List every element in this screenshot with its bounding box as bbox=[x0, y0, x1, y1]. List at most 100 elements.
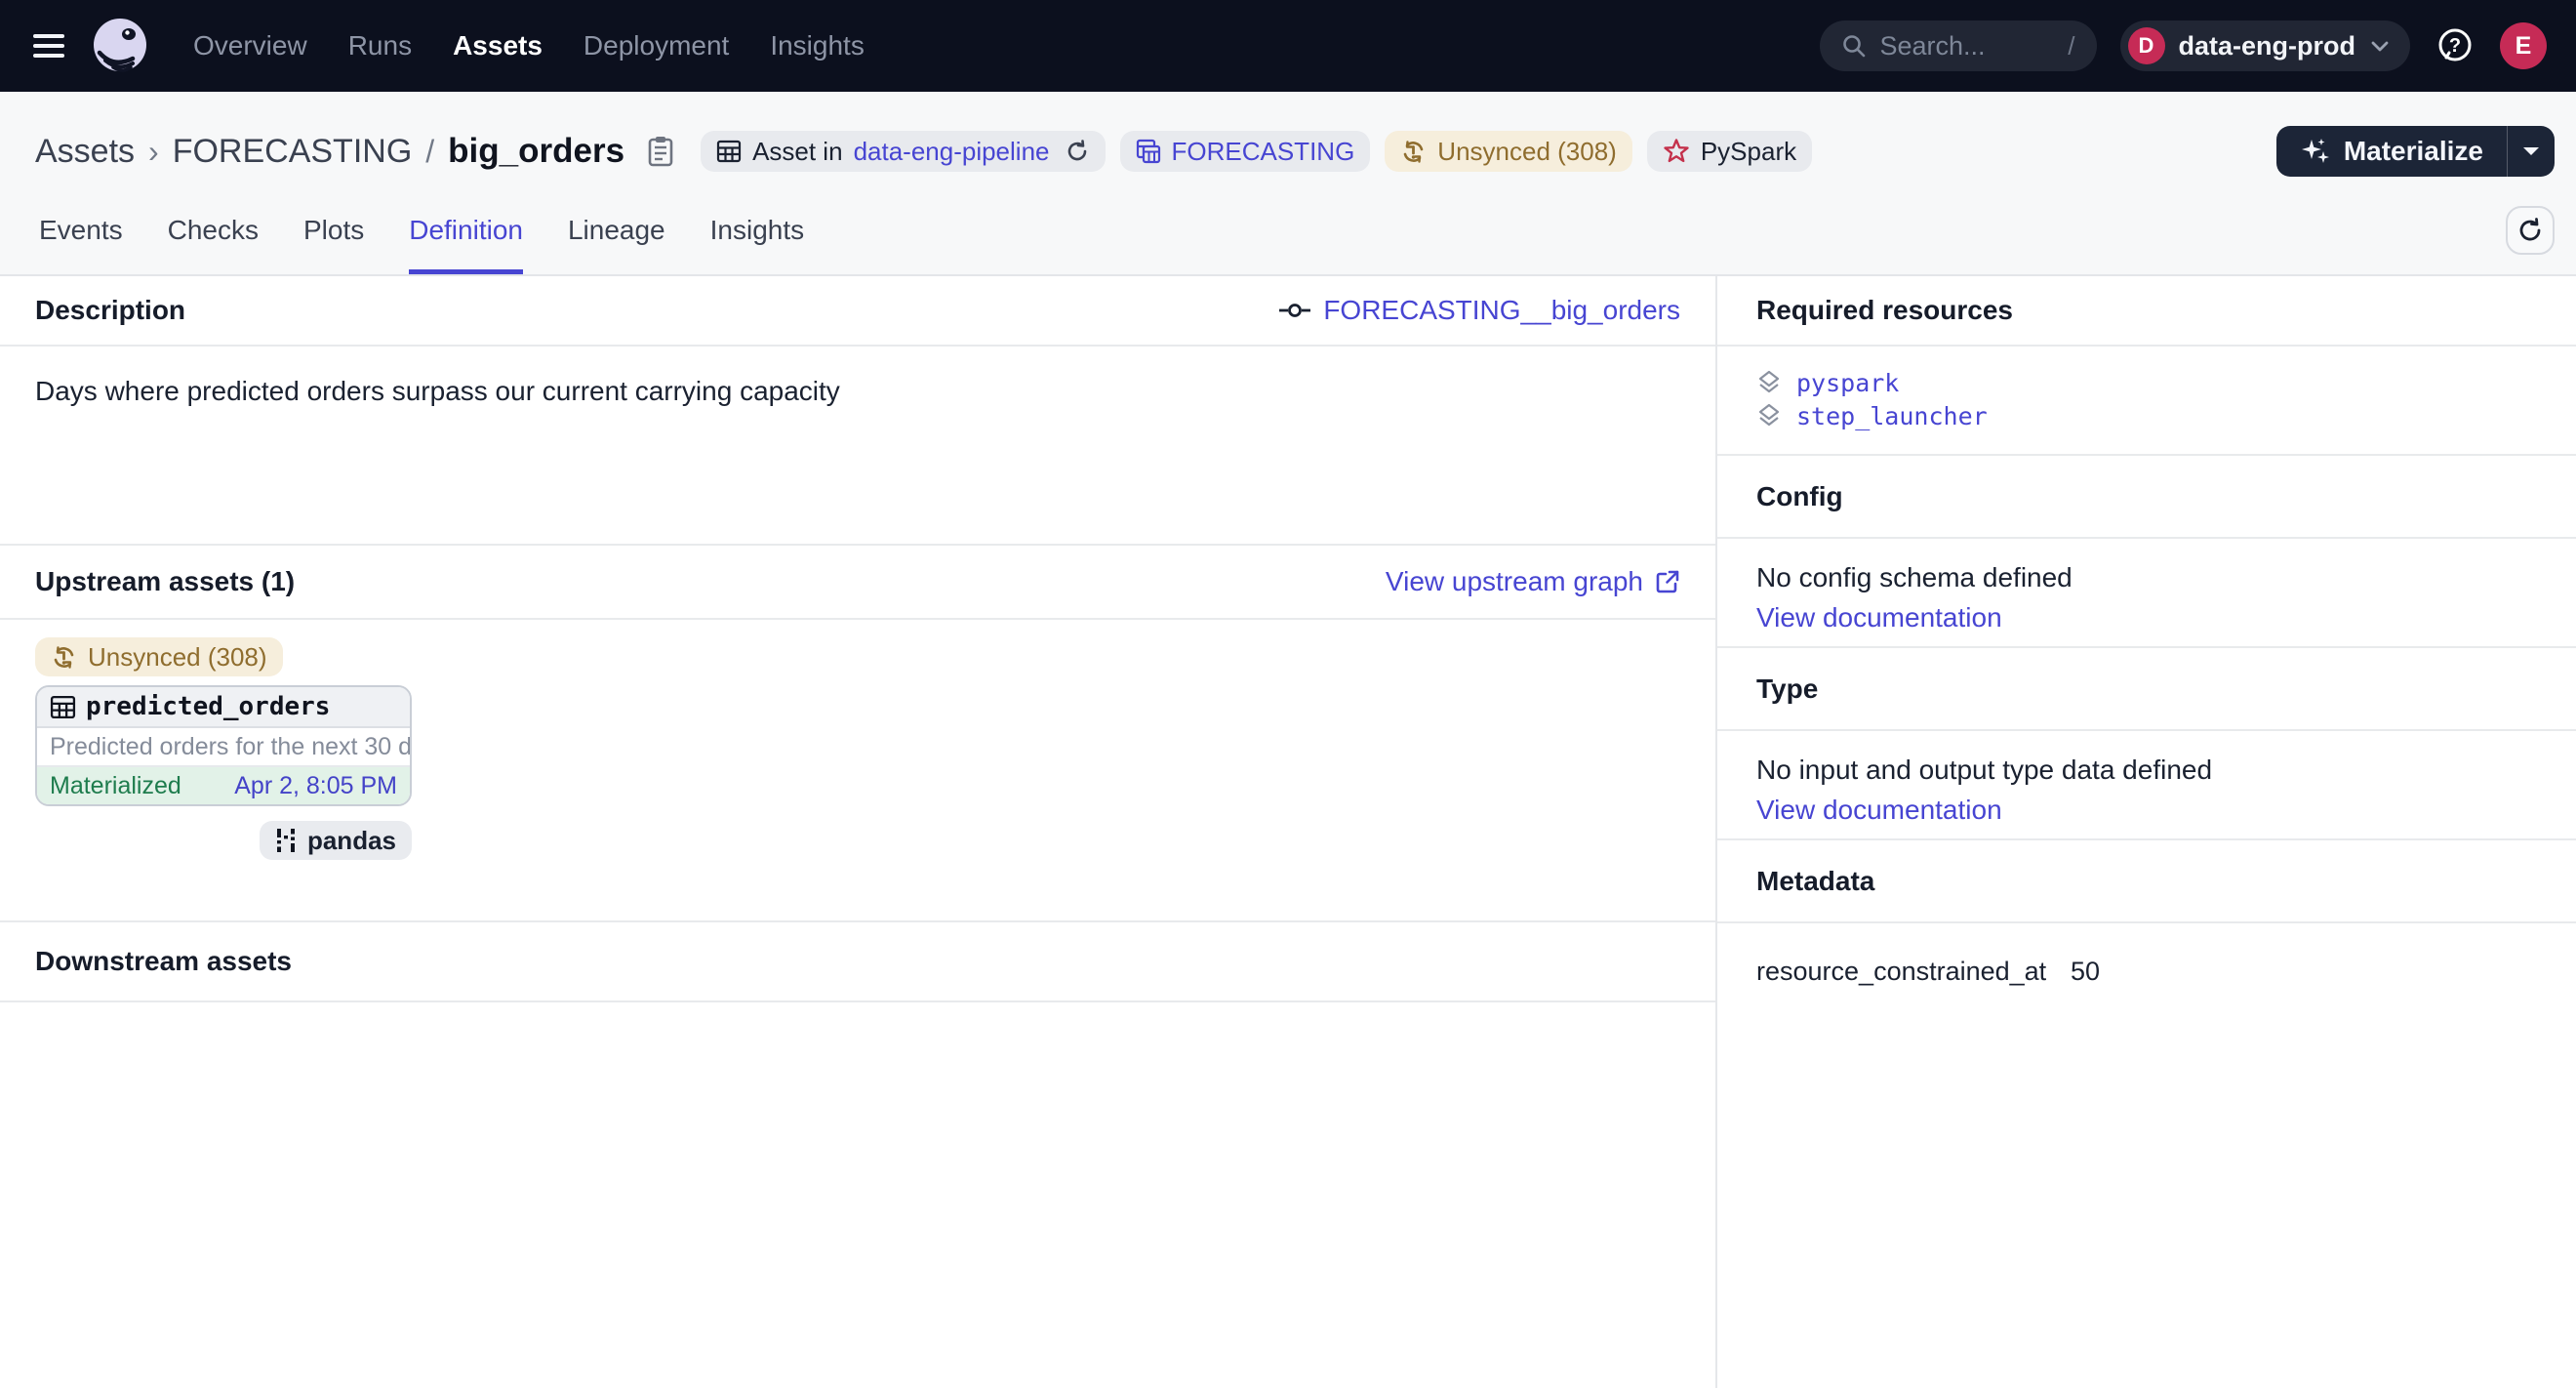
breadcrumb-assets[interactable]: Assets bbox=[35, 133, 135, 171]
job-icon bbox=[1278, 301, 1311, 320]
pipeline-link[interactable]: data-eng-pipeline bbox=[854, 137, 1050, 167]
config-title: Config bbox=[1756, 481, 1843, 512]
resource-layers-icon bbox=[1756, 370, 1782, 397]
asset-node-card[interactable]: predicted_orders Predicted orders for th… bbox=[35, 685, 412, 806]
nav-deployment[interactable]: Deployment bbox=[584, 30, 729, 61]
required-resources-title: Required resources bbox=[1756, 295, 2013, 326]
materialization-timestamp[interactable]: Apr 2, 8:05 PM bbox=[234, 772, 397, 800]
breadcrumb-slash: / bbox=[425, 134, 434, 170]
config-docs-link[interactable]: View documentation bbox=[1756, 602, 2002, 633]
caret-down-icon bbox=[2521, 145, 2541, 157]
materialize-label: Materialize bbox=[2344, 136, 2483, 167]
svg-text:?: ? bbox=[2449, 35, 2461, 57]
materialize-button[interactable]: Materialize bbox=[2276, 126, 2508, 177]
upstream-title: Upstream assets (1) bbox=[35, 566, 295, 597]
upstream-unsynced-badge[interactable]: Unsynced (308) bbox=[35, 637, 283, 676]
required-resources-list: pyspark step_launcher bbox=[1717, 347, 2576, 456]
refresh-icon[interactable] bbox=[1065, 139, 1090, 164]
tab-insights[interactable]: Insights bbox=[710, 215, 805, 274]
main-column: Description FORECASTING__big_orders Days… bbox=[0, 276, 1717, 1388]
deployment-name: data-eng-prod bbox=[2179, 31, 2356, 61]
resource-row[interactable]: pyspark bbox=[1756, 367, 2537, 400]
search-input[interactable] bbox=[1880, 31, 2055, 61]
refresh-icon bbox=[2516, 217, 2544, 244]
badge-compute-kind[interactable]: PySpark bbox=[1647, 131, 1812, 172]
table-icon bbox=[50, 694, 76, 720]
badge-unsynced[interactable]: Unsynced (308) bbox=[1385, 131, 1632, 172]
copy-icon[interactable] bbox=[646, 135, 675, 168]
definition-sidebar: Required resources pyspark step_launcher… bbox=[1717, 276, 2576, 1388]
search-box[interactable]: / bbox=[1820, 20, 2097, 71]
type-panel: No input and output type data defined Vi… bbox=[1717, 731, 2576, 840]
pandas-tag[interactable]: pandas bbox=[260, 821, 412, 860]
metadata-key: resource_constrained_at bbox=[1756, 957, 2071, 987]
breadcrumb: Assets › FORECASTING / big_orders bbox=[35, 132, 675, 171]
asset-badges: Asset in data-eng-pipeline FORECASTING U… bbox=[701, 131, 1812, 172]
badge-asset-in-pipeline: Asset in data-eng-pipeline bbox=[701, 131, 1105, 172]
tab-checks[interactable]: Checks bbox=[168, 215, 259, 274]
tab-lineage[interactable]: Lineage bbox=[568, 215, 665, 274]
materialize-dropdown-button[interactable] bbox=[2508, 126, 2555, 177]
metadata-value: 50 bbox=[2071, 957, 2100, 987]
description-title: Description bbox=[35, 295, 185, 326]
nav-right-cluster: / D data-eng-prod ? E bbox=[1820, 20, 2548, 71]
help-icon[interactable]: ? bbox=[2434, 24, 2476, 67]
job-link-label: FORECASTING__big_orders bbox=[1323, 295, 1680, 326]
nav-overview[interactable]: Overview bbox=[193, 30, 307, 61]
type-empty-text: No input and output type data defined bbox=[1756, 755, 2537, 786]
breadcrumb-separator: › bbox=[148, 134, 159, 170]
materialized-status-label: Materialized bbox=[50, 772, 181, 800]
nav-assets[interactable]: Assets bbox=[453, 30, 543, 61]
description-body: Days where predicted orders surpass our … bbox=[0, 347, 1715, 546]
sparkles-icon bbox=[2300, 136, 2331, 167]
config-empty-text: No config schema defined bbox=[1756, 562, 2537, 593]
upstream-asset-description: Predicted orders for the next 30 day... bbox=[37, 728, 410, 767]
pandas-tag-label: pandas bbox=[307, 826, 396, 856]
spark-star-icon bbox=[1663, 138, 1690, 165]
user-avatar[interactable]: E bbox=[2500, 22, 2547, 69]
sync-alert-icon bbox=[51, 644, 77, 671]
tab-plots[interactable]: Plots bbox=[303, 215, 364, 274]
upstream-assets-panel: Unsynced (308) predicted_orders Predicte… bbox=[0, 620, 1715, 922]
resource-link-pyspark[interactable]: pyspark bbox=[1796, 367, 1899, 400]
resource-link-step-launcher[interactable]: step_launcher bbox=[1796, 400, 1988, 433]
asset-group-icon bbox=[1136, 139, 1161, 164]
unsynced-label: Unsynced (308) bbox=[1437, 137, 1617, 167]
page-title: big_orders bbox=[448, 132, 624, 171]
metadata-row: resource_constrained_at 50 bbox=[1756, 957, 2537, 987]
tab-events[interactable]: Events bbox=[39, 215, 123, 274]
view-upstream-graph-link[interactable]: View upstream graph bbox=[1386, 566, 1680, 597]
downstream-title: Downstream assets bbox=[35, 946, 292, 977]
page-header: Assets › FORECASTING / big_orders Asset … bbox=[0, 92, 2576, 276]
group-link[interactable]: FORECASTING bbox=[1172, 137, 1355, 167]
upstream-graph-label: View upstream graph bbox=[1386, 566, 1643, 597]
metadata-title: Metadata bbox=[1756, 866, 1874, 897]
external-link-icon bbox=[1655, 569, 1680, 594]
resource-layers-icon bbox=[1756, 403, 1782, 430]
materialize-split-button: Materialize bbox=[2276, 126, 2555, 177]
job-link[interactable]: FORECASTING__big_orders bbox=[1278, 295, 1680, 326]
badge-group[interactable]: FORECASTING bbox=[1120, 131, 1371, 172]
compute-kind-label: PySpark bbox=[1701, 137, 1796, 167]
nav-runs[interactable]: Runs bbox=[348, 30, 412, 61]
refresh-page-button[interactable] bbox=[2506, 206, 2555, 255]
asset-tabs: Events Checks Plots Definition Lineage I… bbox=[39, 215, 804, 274]
deployment-switcher[interactable]: D data-eng-prod bbox=[2120, 20, 2411, 71]
pandas-icon bbox=[275, 828, 297, 853]
table-icon bbox=[716, 139, 742, 164]
resource-row[interactable]: step_launcher bbox=[1756, 400, 2537, 433]
tab-definition[interactable]: Definition bbox=[409, 215, 523, 274]
search-icon bbox=[1841, 33, 1867, 59]
menu-icon[interactable] bbox=[33, 34, 64, 58]
upstream-asset-status: Materialized Apr 2, 8:05 PM bbox=[37, 767, 410, 804]
top-navigation: Overview Runs Assets Deployment Insights… bbox=[0, 0, 2576, 92]
badge-asset-in-label: Asset in bbox=[752, 137, 843, 167]
breadcrumb-group[interactable]: FORECASTING bbox=[173, 133, 413, 171]
type-title: Type bbox=[1756, 674, 1818, 705]
chevron-down-icon bbox=[2369, 39, 2391, 53]
primary-nav: Overview Runs Assets Deployment Insights bbox=[193, 30, 865, 61]
dagster-logo[interactable] bbox=[92, 18, 148, 74]
nav-insights[interactable]: Insights bbox=[770, 30, 865, 61]
type-docs-link[interactable]: View documentation bbox=[1756, 795, 2002, 826]
upstream-asset-name: predicted_orders bbox=[86, 692, 330, 721]
